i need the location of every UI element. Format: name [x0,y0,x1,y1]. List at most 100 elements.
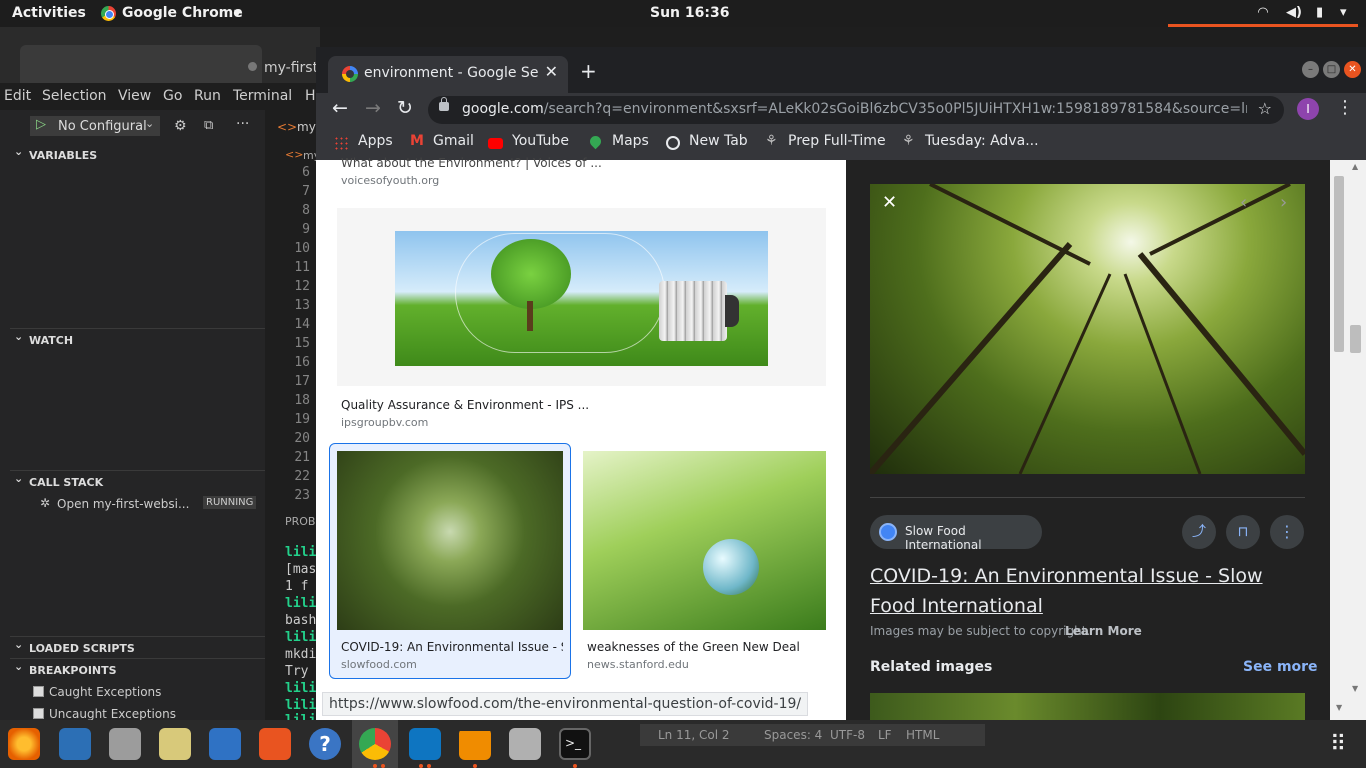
previous-image-icon[interactable]: ‹ [1240,192,1247,213]
status-indent[interactable]: Spaces: 4 [764,728,822,742]
bookmark-maps[interactable]: Maps [612,133,649,149]
bookmark-apps[interactable]: Apps [358,133,393,149]
chrome-dock-icon[interactable] [359,728,391,760]
reload-icon[interactable]: ↻ [397,97,413,119]
close-tab-icon[interactable]: ✕ [545,62,558,81]
status-encoding[interactable]: UTF-8 [830,728,865,742]
problems-tab[interactable]: PROBI [285,515,319,528]
terminal-icon[interactable]: >_ [559,728,591,760]
bookmark-new-tab[interactable]: New Tab [689,133,748,149]
show-applications-icon[interactable]: ⠿ [1330,732,1346,757]
vscode-dock-icon[interactable] [409,728,441,760]
bookmark-star-icon[interactable]: ☆ [1258,99,1272,118]
see-more-link[interactable]: See more [1243,659,1318,675]
more-actions-icon[interactable]: ··· [236,116,249,132]
profile-avatar[interactable]: I [1297,98,1319,120]
result-source[interactable]: voicesofyouth.org [341,174,439,187]
new-tab-button[interactable]: + [580,59,597,83]
result-caption[interactable]: weaknesses of the Green New Deal [587,640,800,654]
system-menu-arrow-icon[interactable]: ▾ [1340,5,1347,20]
menu-help[interactable]: H [305,88,316,104]
page-scroll-thumb[interactable] [1350,325,1361,353]
section-variables[interactable]: VARIABLES [14,145,97,162]
status-eol[interactable]: LF [878,728,892,742]
debug-console-icon[interactable]: ⧉ [204,118,213,133]
start-debug-icon[interactable]: ▷ [36,117,46,132]
share-icon[interactable]: ⤴ [1182,515,1216,549]
section-breakpoints[interactable]: BREAKPOINTS [14,660,117,677]
bookmark-tuesday[interactable]: Tuesday: Adva... [925,133,1039,149]
wifi-icon[interactable]: ◠ [1258,5,1268,20]
save-bookmark-icon[interactable]: ⊓ [1226,515,1260,549]
settings-icon[interactable] [509,728,541,760]
more-options-icon[interactable]: ⋮ [1270,515,1304,549]
debug-config-select[interactable]: ▷ No Configural ⌄ [30,116,160,136]
preview-title-link[interactable]: COVID-19: An Environmental Issue - Slow … [870,561,1300,621]
result-source[interactable]: news.stanford.edu [587,658,689,671]
menu-go[interactable]: Go [163,88,182,104]
firefox-icon[interactable] [8,728,40,760]
clock[interactable]: Sun 16:36 [650,5,729,21]
menu-view[interactable]: View [118,88,151,104]
tab-environment[interactable]: environment - Google Sea ✕ [328,56,568,93]
uncaught-exceptions-checkbox[interactable] [33,708,44,719]
files-icon[interactable] [109,728,141,760]
minimize-icon[interactable]: – [1302,61,1319,78]
apps-grid-icon[interactable] [334,136,348,150]
section-call-stack[interactable]: CALL STACK [14,472,103,489]
volume-icon[interactable]: ◀) [1286,5,1302,20]
result-caption[interactable]: What about the Environment? | Voices of … [341,156,602,170]
maximize-icon[interactable]: □ [1323,61,1340,78]
page-scrollbar[interactable]: ▲ ▼ ▼ [1330,160,1366,720]
status-language[interactable]: HTML [906,728,939,742]
address-bar[interactable]: google.com/search?q=environment&sxsrf=AL… [428,96,1284,124]
scroll-up-icon[interactable]: ▲ [1352,162,1358,171]
bookmark-youtube[interactable]: YouTube [512,133,569,149]
forest-canopy-thumbnail[interactable] [337,451,563,630]
thunderbird-icon[interactable] [59,728,91,760]
chrome-menu-icon[interactable]: ⋮ [1336,97,1354,118]
gear-icon[interactable]: ⚙ [174,118,187,134]
forward-icon[interactable]: → [365,97,381,119]
vlc-icon[interactable] [459,728,491,760]
preview-image[interactable]: ✕ ‹ › [870,184,1305,474]
earth-globe-thumbnail[interactable] [583,451,826,630]
app-menu-arrow-icon[interactable]: ▾ [234,5,241,21]
section-watch[interactable]: WATCH [14,330,73,347]
result-caption[interactable]: Quality Assurance & Environment - IPS ..… [341,398,589,412]
caught-exceptions-checkbox[interactable] [33,686,44,697]
software-center-icon[interactable] [259,728,291,760]
section-loaded-scripts[interactable]: LOADED SCRIPTS [14,638,135,655]
app-menu[interactable]: Google Chrome [122,5,243,21]
close-preview-icon[interactable]: ✕ [882,192,897,213]
rhythmbox-icon[interactable] [159,728,191,760]
scroll-down-icon[interactable]: ▼ [1336,703,1342,712]
activities-button[interactable]: Activities [12,5,86,21]
lightbulb-tree-image[interactable] [395,231,768,366]
source-chip[interactable]: Slow Food International [870,515,1042,552]
menu-terminal[interactable]: Terminal [233,88,292,104]
menu-edit[interactable]: Edit [4,88,31,104]
lock-icon[interactable] [439,97,449,111]
status-position[interactable]: Ln 11, Col 2 [658,728,730,742]
close-window-icon[interactable]: ✕ [1344,61,1361,78]
back-icon[interactable]: ← [332,97,348,119]
result-caption[interactable]: COVID-19: An Environmental Issue - Sl... [341,640,563,654]
result-source[interactable]: slowfood.com [341,658,417,671]
result-source[interactable]: ipsgroupbv.com [341,416,428,429]
scroll-down-icon[interactable]: ▼ [1352,684,1358,693]
bookmark-prep[interactable]: Prep Full-Time [788,133,886,149]
help-icon[interactable]: ? [309,728,341,760]
vscode-terminal[interactable]: PROBI lili [mas 1 f lili bash lili mkdi … [265,505,320,728]
battery-icon[interactable]: ▮ [1316,5,1323,20]
learn-more-link[interactable]: Learn More [1065,624,1142,638]
menu-run[interactable]: Run [194,88,221,104]
result-image-card[interactable] [337,208,826,386]
menu-selection[interactable]: Selection [42,88,107,104]
next-image-icon[interactable]: › [1280,192,1287,213]
panel-scroll-thumb[interactable] [1334,176,1344,352]
related-images-strip[interactable] [870,693,1305,720]
bookmark-gmail[interactable]: Gmail [433,133,474,149]
call-stack-item[interactable]: Open my-first-websi... [57,497,189,511]
writer-icon[interactable] [209,728,241,760]
